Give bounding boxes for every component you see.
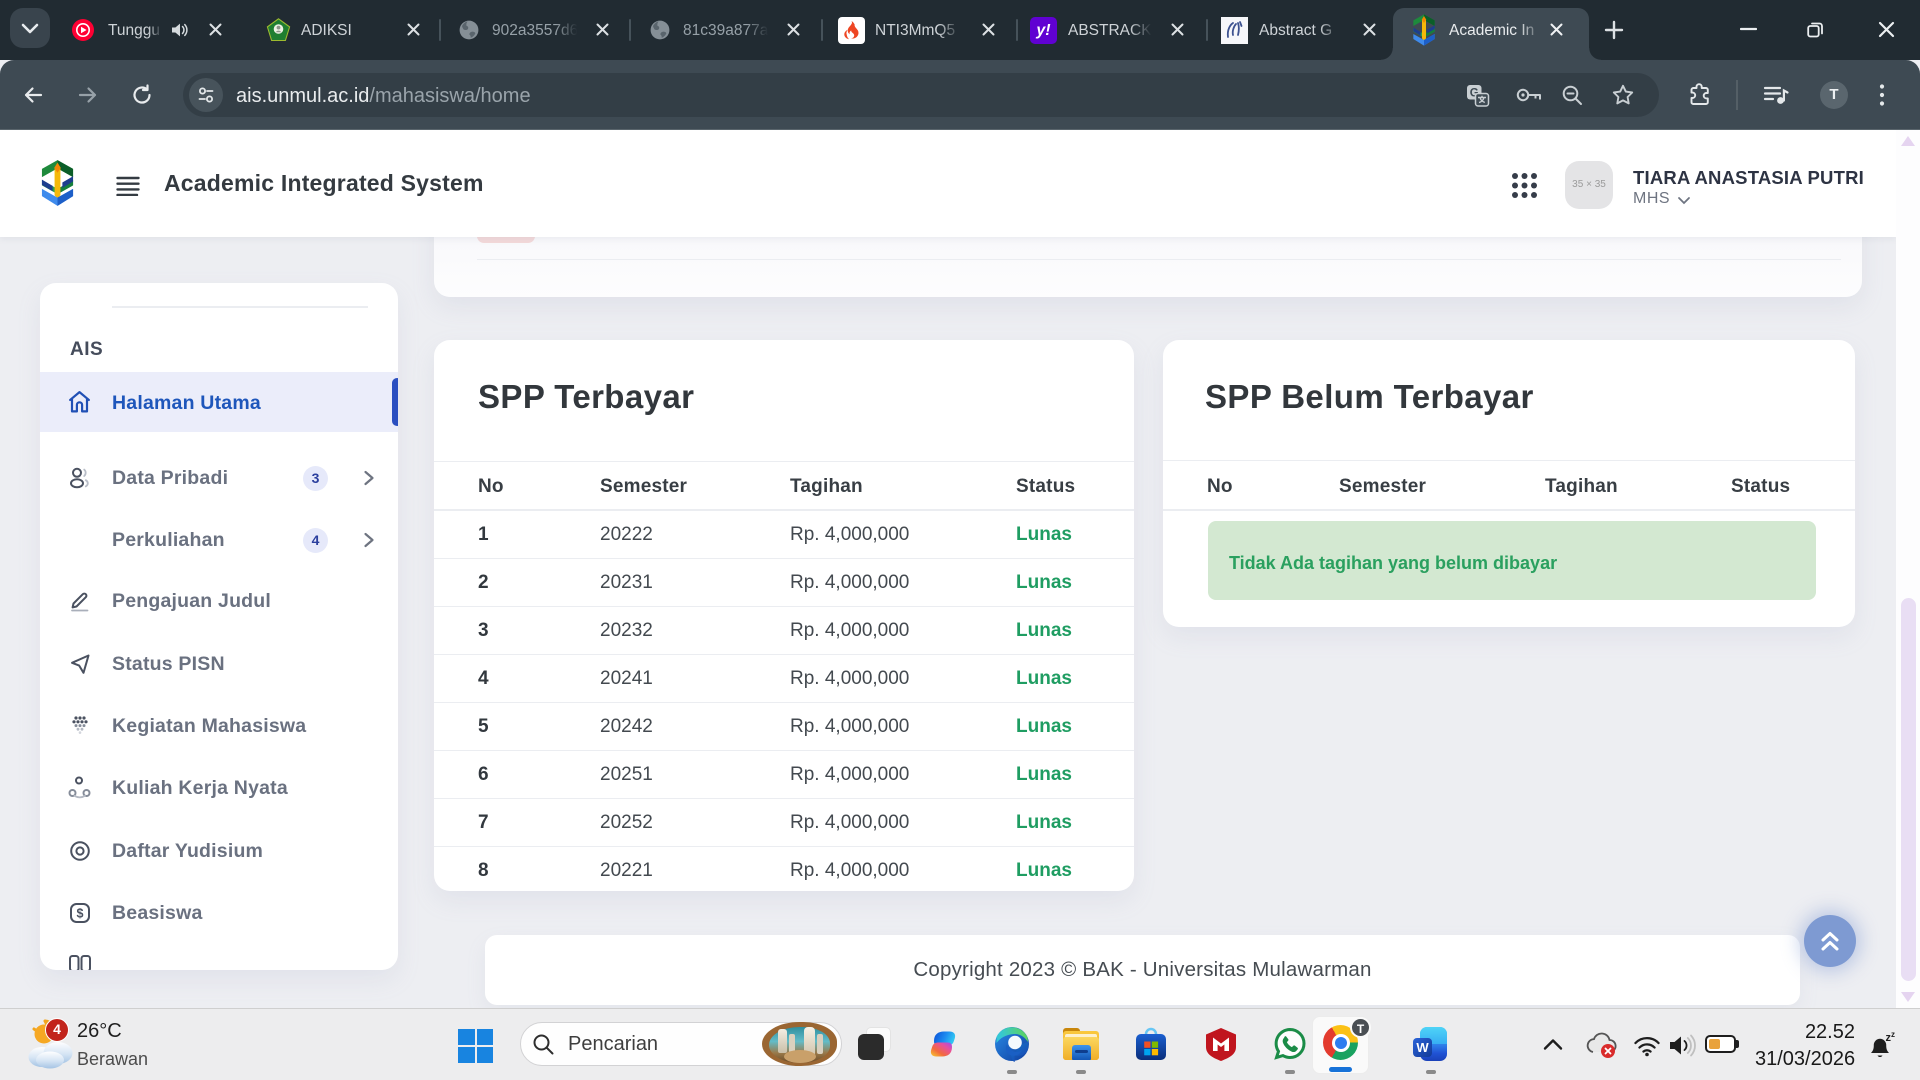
svg-text:$: $ — [77, 906, 84, 920]
svg-text:z: z — [1891, 1031, 1895, 1039]
